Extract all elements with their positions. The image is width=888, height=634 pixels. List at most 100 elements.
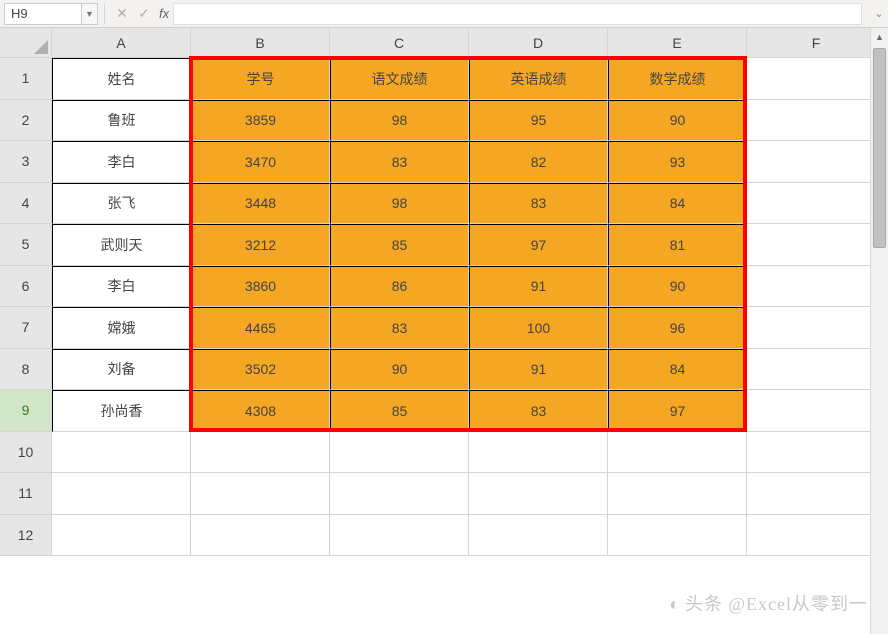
scrollbar-thumb[interactable] (873, 48, 886, 248)
row-header-12[interactable]: 12 (0, 515, 52, 557)
column-header-C[interactable]: C (330, 28, 469, 58)
row-header-9[interactable]: 9 (0, 390, 52, 432)
cell-B12[interactable] (191, 515, 330, 557)
cell-B4[interactable]: 3448 (191, 183, 330, 225)
cell-D5[interactable]: 97 (469, 224, 608, 266)
column-header-B[interactable]: B (191, 28, 330, 58)
cell-B9[interactable]: 4308 (191, 390, 330, 432)
cell-B6[interactable]: 3860 (191, 266, 330, 308)
cell-A10[interactable] (52, 432, 191, 474)
cell-A1[interactable]: 姓名 (52, 58, 191, 100)
row-header-2[interactable]: 2 (0, 100, 52, 142)
cell-D8[interactable]: 91 (469, 349, 608, 391)
cell-F12[interactable] (747, 515, 886, 557)
cell-D10[interactable] (469, 432, 608, 474)
cell-F3[interactable] (747, 141, 886, 183)
cell-E11[interactable] (608, 473, 747, 515)
cell-D9[interactable]: 83 (469, 390, 608, 432)
cell-E5[interactable]: 81 (608, 224, 747, 266)
fx-icon[interactable]: fx (159, 6, 169, 21)
cell-F7[interactable] (747, 307, 886, 349)
name-box-dropdown[interactable]: ▼ (82, 3, 98, 25)
column-header-E[interactable]: E (608, 28, 747, 58)
cell-C12[interactable] (330, 515, 469, 557)
cell-D1[interactable]: 英语成绩 (469, 58, 608, 100)
row-header-10[interactable]: 10 (0, 432, 52, 474)
cell-B5[interactable]: 3212 (191, 224, 330, 266)
row-header-11[interactable]: 11 (0, 473, 52, 515)
cell-E8[interactable]: 84 (608, 349, 747, 391)
cell-E1[interactable]: 数学成绩 (608, 58, 747, 100)
cell-A6[interactable]: 李白 (52, 266, 191, 308)
cell-A12[interactable] (52, 515, 191, 557)
cell-D3[interactable]: 82 (469, 141, 608, 183)
cell-B10[interactable] (191, 432, 330, 474)
cell-D2[interactable]: 95 (469, 100, 608, 142)
cell-E9[interactable]: 97 (608, 390, 747, 432)
cell-D6[interactable]: 91 (469, 266, 608, 308)
cell-C2[interactable]: 98 (330, 100, 469, 142)
cell-F4[interactable] (747, 183, 886, 225)
cell-E6[interactable]: 90 (608, 266, 747, 308)
cell-E7[interactable]: 96 (608, 307, 747, 349)
cell-F11[interactable] (747, 473, 886, 515)
cell-A8[interactable]: 刘备 (52, 349, 191, 391)
column-header-F[interactable]: F (747, 28, 886, 58)
cell-C1[interactable]: 语文成绩 (330, 58, 469, 100)
cell-D4[interactable]: 83 (469, 183, 608, 225)
spreadsheet-grid[interactable]: ABCDEF1姓名学号语文成绩英语成绩数学成绩2鲁班38599895903李白3… (0, 28, 888, 556)
column-header-D[interactable]: D (469, 28, 608, 58)
cell-B11[interactable] (191, 473, 330, 515)
cell-D7[interactable]: 100 (469, 307, 608, 349)
cell-A9[interactable]: 孙尚香 (52, 390, 191, 432)
scroll-up-icon[interactable]: ▲ (871, 28, 888, 46)
cell-E10[interactable] (608, 432, 747, 474)
cell-F1[interactable] (747, 58, 886, 100)
cell-A4[interactable]: 张飞 (52, 183, 191, 225)
column-header-A[interactable]: A (52, 28, 191, 58)
cell-C9[interactable]: 85 (330, 390, 469, 432)
cell-C8[interactable]: 90 (330, 349, 469, 391)
cell-A3[interactable]: 李白 (52, 141, 191, 183)
cell-F5[interactable] (747, 224, 886, 266)
cell-C5[interactable]: 85 (330, 224, 469, 266)
cell-E12[interactable] (608, 515, 747, 557)
cell-C10[interactable] (330, 432, 469, 474)
cell-C11[interactable] (330, 473, 469, 515)
cell-A7[interactable]: 嫦娥 (52, 307, 191, 349)
cell-A2[interactable]: 鲁班 (52, 100, 191, 142)
vertical-scrollbar[interactable]: ▲ (870, 28, 888, 634)
cell-B2[interactable]: 3859 (191, 100, 330, 142)
name-box[interactable]: H9 (4, 3, 82, 25)
cell-B1[interactable]: 学号 (191, 58, 330, 100)
row-header-3[interactable]: 3 (0, 141, 52, 183)
cell-D12[interactable] (469, 515, 608, 557)
cell-F6[interactable] (747, 266, 886, 308)
cell-D11[interactable] (469, 473, 608, 515)
cell-E4[interactable]: 84 (608, 183, 747, 225)
cell-A11[interactable] (52, 473, 191, 515)
cell-A5[interactable]: 武则天 (52, 224, 191, 266)
formula-input[interactable] (173, 3, 862, 25)
cell-B3[interactable]: 3470 (191, 141, 330, 183)
cell-B8[interactable]: 3502 (191, 349, 330, 391)
expand-formula-bar-icon[interactable]: ⌄ (870, 7, 888, 20)
cell-C6[interactable]: 86 (330, 266, 469, 308)
row-header-4[interactable]: 4 (0, 183, 52, 225)
cell-F8[interactable] (747, 349, 886, 391)
cell-F9[interactable] (747, 390, 886, 432)
row-header-5[interactable]: 5 (0, 224, 52, 266)
cell-E2[interactable]: 90 (608, 100, 747, 142)
cell-E3[interactable]: 93 (608, 141, 747, 183)
cell-C4[interactable]: 98 (330, 183, 469, 225)
row-header-6[interactable]: 6 (0, 266, 52, 308)
cell-C7[interactable]: 83 (330, 307, 469, 349)
cell-F10[interactable] (747, 432, 886, 474)
cell-F2[interactable] (747, 100, 886, 142)
row-header-8[interactable]: 8 (0, 349, 52, 391)
cell-B7[interactable]: 4465 (191, 307, 330, 349)
row-header-7[interactable]: 7 (0, 307, 52, 349)
row-header-1[interactable]: 1 (0, 58, 52, 100)
cell-C3[interactable]: 83 (330, 141, 469, 183)
select-all-corner[interactable] (0, 28, 52, 58)
